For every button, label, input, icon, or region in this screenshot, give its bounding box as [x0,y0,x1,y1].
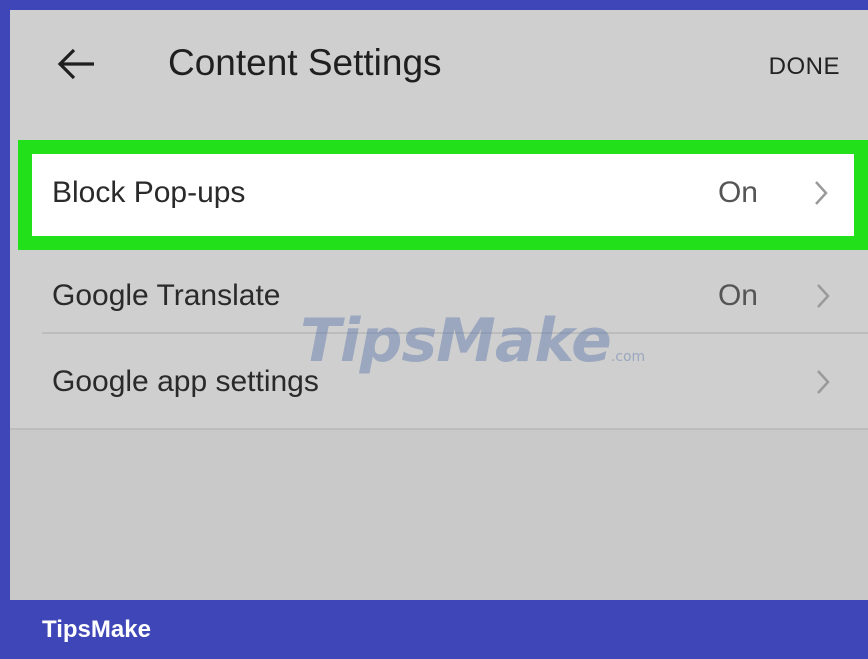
settings-row-google-app-settings[interactable]: Google app settings [10,334,868,430]
row-label: Google app settings [52,365,319,398]
chevron-right-icon [817,284,830,308]
app-header: Content Settings DONE [10,10,868,122]
arrow-left-icon[interactable] [56,48,96,80]
row-label: Google Translate [52,279,281,312]
settings-row-block-popups[interactable]: Block Pop-ups On [18,140,868,250]
app-screen: Content Settings DONE Block Pop-ups On G… [10,10,868,600]
chevron-right-icon [817,370,830,394]
footer-bar: TipsMake [0,600,868,659]
footer-brand: TipsMake [42,616,151,643]
chevron-right-icon [815,181,828,205]
empty-area [10,430,868,600]
row-label: Block Pop-ups [52,176,246,209]
page-title: Content Settings [168,42,442,83]
row-value: On [717,279,758,312]
done-button[interactable]: DONE [769,52,840,82]
row-value: On [717,176,758,209]
